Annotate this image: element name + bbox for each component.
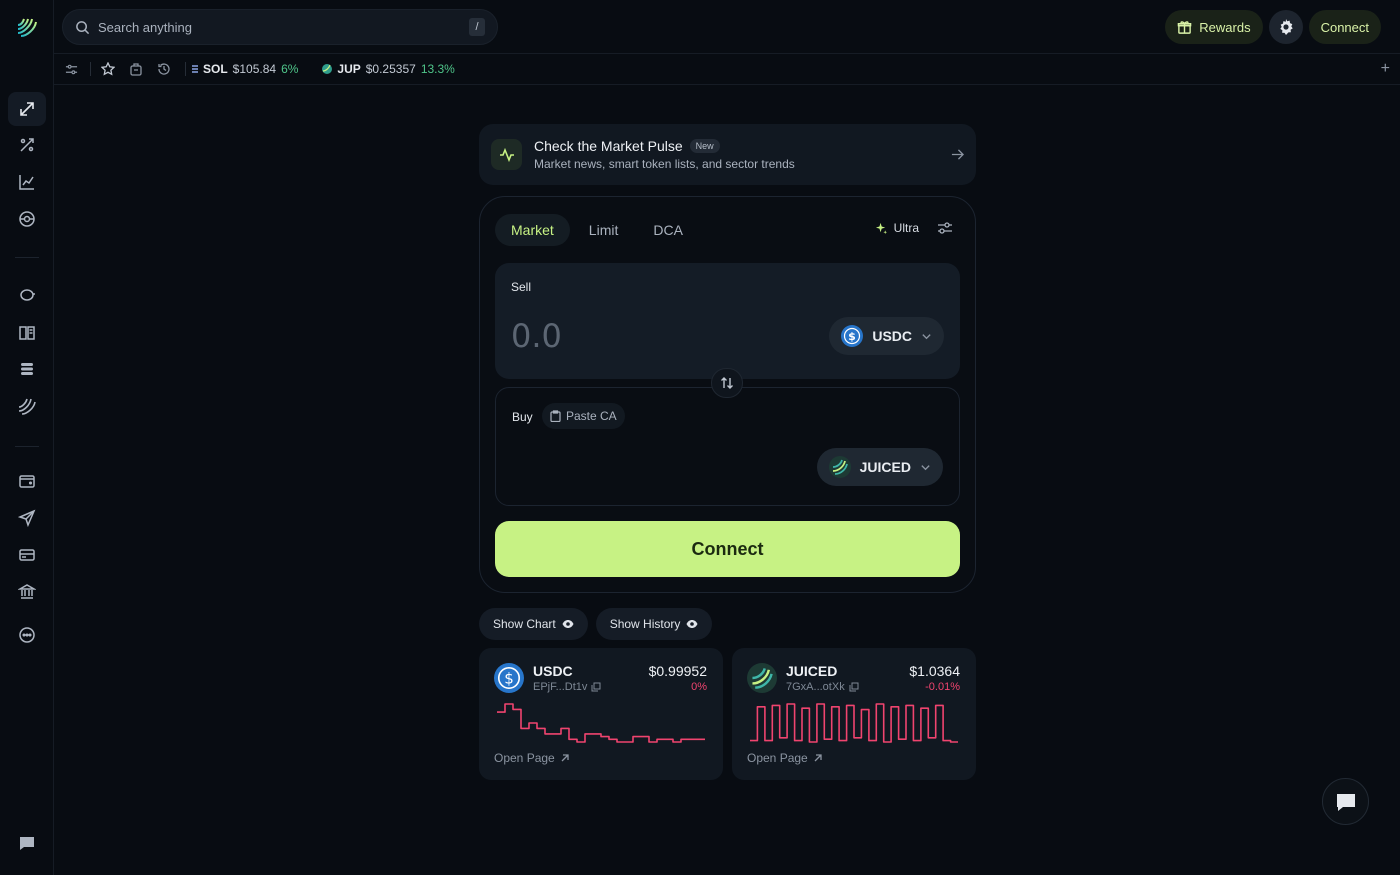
- nav-jupiter-icon[interactable]: [8, 389, 46, 423]
- gift-icon: [1177, 20, 1192, 35]
- paste-ca-button[interactable]: Paste CA: [542, 403, 625, 429]
- settings-button[interactable]: [1268, 10, 1303, 44]
- search-input[interactable]: Search anything /: [62, 9, 498, 45]
- clipboard-icon: [550, 410, 561, 422]
- history-icon[interactable]: [157, 62, 171, 76]
- search-shortcut: /: [469, 18, 485, 36]
- sparkline-chart: [497, 703, 705, 743]
- token-name: JUICED: [786, 663, 838, 679]
- ticker-item-jup[interactable]: JUP $0.25357 13.3%: [322, 62, 455, 76]
- show-history-button[interactable]: Show History: [595, 608, 713, 640]
- nav-more-icon[interactable]: [8, 618, 46, 652]
- tab-market[interactable]: Market: [495, 214, 570, 246]
- svg-text:$: $: [849, 330, 857, 343]
- token-card-usdc[interactable]: $ USDC EPjF...Dt1v $0.99952 0% Open Page: [479, 648, 723, 780]
- sparkle-icon: [875, 222, 888, 235]
- nav-send-icon[interactable]: [8, 501, 46, 535]
- jupiter-logo-icon[interactable]: [15, 15, 39, 39]
- nav-piggy-icon[interactable]: [8, 278, 46, 312]
- ultra-mode-label[interactable]: Ultra: [894, 221, 919, 235]
- nav-perps-icon[interactable]: [8, 128, 46, 162]
- sell-token-selector[interactable]: $ USDC: [829, 317, 944, 355]
- nav-portfolio-icon[interactable]: [8, 202, 46, 236]
- settings-sliders-icon[interactable]: [937, 221, 953, 235]
- tab-dca[interactable]: DCA: [637, 214, 699, 246]
- token-card-juiced[interactable]: JUICED 7GxA...otXk $1.0364 -0.01% Open P…: [732, 648, 976, 780]
- open-page-link[interactable]: Open Page: [747, 751, 823, 765]
- ticker-bar: SOL $105.84 6% JUP $0.25357 13.3% +: [54, 54, 1400, 85]
- nav-chart-icon[interactable]: [8, 165, 46, 199]
- arrow-right-icon: [951, 148, 964, 161]
- add-ticker-icon[interactable]: +: [1381, 60, 1390, 78]
- connect-wallet-button[interactable]: Connect: [1308, 10, 1381, 44]
- buy-token-selector[interactable]: JUICED: [816, 448, 943, 486]
- nav-bank-icon[interactable]: [8, 575, 46, 609]
- nav-wallet-icon[interactable]: [8, 464, 46, 498]
- rewards-label: Rewards: [1199, 19, 1251, 35]
- search-icon: [75, 20, 90, 35]
- chat-bubble-icon: [1334, 790, 1358, 814]
- sol-token-icon: [192, 65, 198, 73]
- show-chart-button[interactable]: Show Chart: [479, 608, 588, 640]
- chevron-down-icon: [920, 462, 931, 473]
- token-address: 7GxA...otXk: [786, 681, 845, 693]
- token-change: -0.01%: [925, 681, 960, 693]
- search-placeholder: Search anything: [98, 19, 192, 35]
- flip-tokens-button[interactable]: [711, 368, 743, 398]
- juiced-token-icon: [828, 456, 851, 478]
- token-change: 0%: [691, 681, 707, 693]
- sparkline-chart: [750, 703, 958, 743]
- chat-button[interactable]: [1322, 778, 1369, 825]
- sparkline-line: [497, 703, 705, 743]
- token-price: $0.99952: [648, 663, 707, 679]
- chevron-down-icon: [921, 331, 932, 342]
- star-icon[interactable]: [101, 62, 115, 76]
- nav-feedback-icon[interactable]: [8, 826, 46, 860]
- jup-token-icon: [322, 64, 333, 74]
- external-link-icon: [560, 753, 570, 763]
- pulse-subtitle: Market news, smart token lists, and sect…: [534, 157, 795, 171]
- sell-label: Sell: [511, 280, 532, 294]
- usdc-token-icon: $: [494, 663, 524, 693]
- ticker-item-sol[interactable]: SOL $105.84 6%: [192, 62, 298, 76]
- copy-icon[interactable]: [849, 682, 859, 692]
- eye-icon: [686, 619, 698, 629]
- sliders-icon[interactable]: [65, 63, 78, 76]
- swap-panel: Market Limit DCA Ultra Sell 0.0 $ USDC B…: [479, 196, 976, 593]
- connect-label: Connect: [1320, 19, 1369, 35]
- sparkline-line: [750, 703, 958, 743]
- nav-card-icon[interactable]: [8, 538, 46, 572]
- top-bar: Search anything / Rewards Connect: [54, 0, 1400, 54]
- token-name: USDC: [533, 663, 573, 679]
- buy-box: Buy Paste CA JUICED: [495, 387, 960, 506]
- sell-amount-input[interactable]: 0.0: [511, 317, 562, 355]
- market-pulse-banner[interactable]: Check the Market Pulse New Market news, …: [479, 124, 976, 185]
- new-badge: New: [689, 139, 720, 153]
- bag-icon[interactable]: [129, 62, 143, 76]
- pulse-title: Check the Market Pulse: [534, 138, 683, 154]
- gear-icon: [1278, 19, 1294, 35]
- copy-icon[interactable]: [591, 682, 601, 692]
- nav-swap-icon[interactable]: [8, 92, 46, 126]
- swap-arrows-icon: [720, 376, 734, 390]
- sell-box: Sell 0.0 $ USDC: [495, 263, 960, 379]
- token-address: EPjF...Dt1v: [533, 681, 588, 693]
- usdc-token-icon: $: [841, 325, 864, 347]
- rewards-button[interactable]: Rewards: [1165, 10, 1263, 44]
- pulse-icon: [491, 139, 522, 170]
- nav-layers-icon[interactable]: [8, 352, 46, 386]
- tab-limit[interactable]: Limit: [573, 214, 635, 246]
- connect-button[interactable]: Connect: [495, 521, 960, 577]
- external-link-icon: [813, 753, 823, 763]
- nav-book-icon[interactable]: [8, 316, 46, 350]
- juiced-token-icon: [747, 663, 777, 693]
- eye-icon: [562, 619, 574, 629]
- svg-text:$: $: [504, 669, 514, 687]
- open-page-link[interactable]: Open Page: [494, 751, 570, 765]
- buy-label: Buy: [512, 410, 533, 424]
- left-rail: [0, 0, 54, 875]
- token-price: $1.0364: [909, 663, 960, 679]
